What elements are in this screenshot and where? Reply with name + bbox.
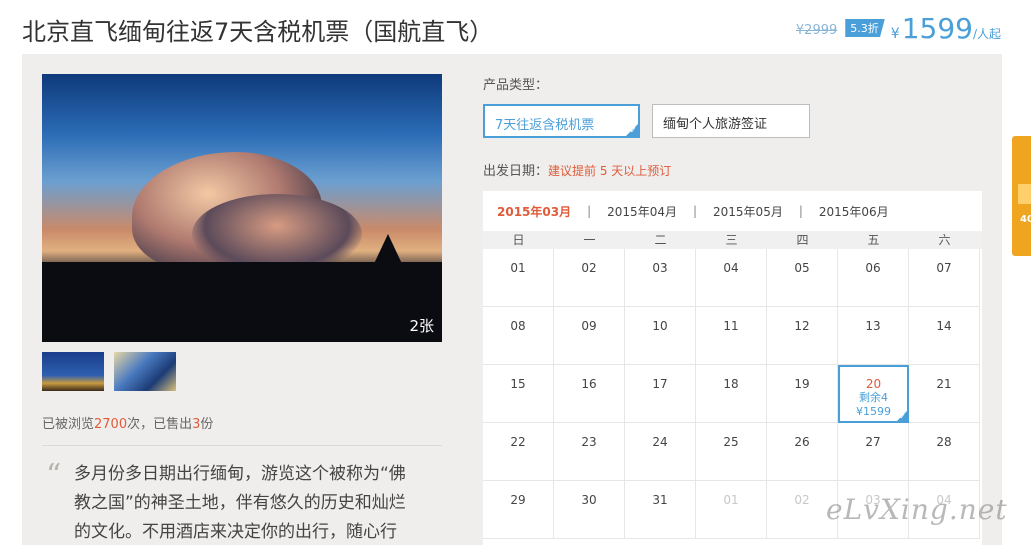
calendar-day[interactable]: 23 (554, 423, 625, 481)
thumbnail-2[interactable] (114, 352, 176, 391)
photo-landscape (42, 262, 442, 342)
product-option-flight[interactable]: 7天往返含税机票 ✓ (483, 104, 640, 138)
weekday-label: 三 (725, 233, 738, 247)
departure-label: 出发日期： (483, 164, 549, 179)
views-suffix: 次，已售出 (127, 417, 193, 432)
price-area: ¥2999 5.3折 ¥ 1599 /人起 (796, 12, 1001, 46)
calendar-day[interactable]: 11 (696, 307, 767, 365)
photo-temple-silhouette (372, 234, 404, 268)
description-text: 多月份多日期出行缅甸，游览这个被称为“佛教之国”的神圣土地，伴有悠久的历史和灿烂… (74, 464, 406, 542)
calendar-day[interactable]: 08 (483, 307, 554, 365)
calendar-day[interactable]: 19 (767, 365, 838, 423)
weekday-label: 一 (583, 233, 596, 247)
tab-month-2015-06[interactable]: 2015年06月 (819, 203, 889, 220)
sold-suffix: 份 (200, 417, 214, 432)
month-separator: | (587, 204, 592, 218)
calendar-day[interactable]: 26 (767, 423, 838, 481)
calendar-day[interactable]: 30 (554, 481, 625, 539)
photo-count: 2张 (409, 317, 434, 335)
currency-symbol: ¥ (890, 26, 900, 42)
calendar-day[interactable]: 15 (483, 365, 554, 423)
weekday-header: 日 一 二 三 四 五 六 (483, 231, 982, 249)
main-photo[interactable]: 2张 (42, 74, 442, 342)
calendar-day[interactable]: 05 (767, 249, 838, 307)
original-price: ¥2999 (795, 23, 838, 38)
watermark-logo: eLvXing.net (826, 493, 1008, 526)
weekday-label: 日 (512, 233, 525, 247)
tab-month-2015-03[interactable]: 2015年03月 (497, 203, 571, 220)
calendar-day[interactable]: 16 (554, 365, 625, 423)
divider (42, 445, 442, 446)
calendar-day-next-month: 01 (696, 481, 767, 539)
calendar-day[interactable]: 22 (483, 423, 554, 481)
departure-calendar: 2015年03月 | 2015年04月 | 2015年05月 | 2015年06… (483, 191, 982, 545)
weekday-label: 四 (796, 233, 809, 247)
calendar-day[interactable]: 07 (909, 249, 980, 307)
calendar-day[interactable]: 28 (909, 423, 980, 481)
price-unit: /人起 (972, 27, 1001, 41)
calendar-day[interactable]: 03 (625, 249, 696, 307)
calendar-day[interactable]: 29 (483, 481, 554, 539)
checkmark-icon: ✓ (899, 412, 906, 421)
calendar-day[interactable]: 02 (554, 249, 625, 307)
month-separator: | (692, 204, 698, 218)
calendar-day[interactable]: 10 (625, 307, 696, 365)
product-type-label: 产品类型： (483, 78, 549, 93)
quote-icon: “ (46, 458, 62, 493)
calendar-day[interactable]: 04 (696, 249, 767, 307)
selected-day-number: 20 (865, 377, 882, 391)
departure-date-row: 出发日期：建议提前 5 天以上预订 (483, 160, 671, 179)
calendar-day[interactable]: 09 (554, 307, 625, 365)
calendar-day[interactable]: 21 (909, 365, 980, 423)
product-panel: 2张 已被浏览2700次，已售出3份 “ 多月份多日期出行缅甸，游览这个被称为“… (22, 54, 1002, 545)
calendar-day[interactable]: 27 (838, 423, 909, 481)
views-prefix: 已被浏览 (42, 417, 95, 432)
tab-month-2015-05[interactable]: 2015年05月 (713, 203, 783, 220)
side-tab-number: 40 (1020, 214, 1031, 225)
calendar-day[interactable]: 13 (838, 307, 909, 365)
calendar-day[interactable]: 14 (909, 307, 980, 365)
product-option-visa[interactable]: 缅甸个人旅游签证 (652, 104, 810, 138)
side-float-tab[interactable]: 40 (1012, 136, 1031, 256)
discount-badge: 5.3折 (845, 19, 885, 37)
weekday-label: 五 (867, 233, 880, 247)
calendar-day-selected[interactable]: 20 剩余4 ¥1599 ✓ (838, 365, 909, 423)
option-label: 缅甸个人旅游签证 (663, 117, 768, 132)
calendar-day[interactable]: 06 (838, 249, 909, 307)
month-tabs: 2015年03月 | 2015年04月 | 2015年05月 | 2015年06… (483, 191, 982, 231)
calendar-day[interactable]: 17 (625, 365, 696, 423)
calendar-day[interactable]: 12 (767, 307, 838, 365)
thumbnail-1[interactable] (42, 352, 104, 391)
booking-tip: 建议提前 5 天以上预订 (548, 164, 672, 178)
side-tab-icon (1018, 184, 1031, 204)
month-separator: | (798, 204, 803, 218)
calendar-day[interactable]: 25 (696, 423, 767, 481)
page-title: 北京直飞缅甸往返7天含税机票（国航直飞） (22, 18, 494, 46)
calendar-day[interactable]: 18 (696, 365, 767, 423)
option-label: 7天往返含税机票 (495, 118, 595, 133)
weekday-label: 二 (654, 233, 667, 247)
checkmark-icon: ✓ (629, 126, 637, 136)
views-count: 2700 (94, 417, 128, 432)
tab-month-2015-04[interactable]: 2015年04月 (607, 203, 677, 220)
calendar-day[interactable]: 24 (625, 423, 696, 481)
calendar-day[interactable]: 31 (625, 481, 696, 539)
remaining-seats: 剩余4 (859, 391, 888, 404)
current-price: 1599 (901, 12, 973, 45)
calendar-day[interactable]: 01 (483, 249, 554, 307)
view-sold-stats: 已被浏览2700次，已售出3份 (42, 413, 213, 432)
weekday-label: 六 (938, 233, 951, 247)
